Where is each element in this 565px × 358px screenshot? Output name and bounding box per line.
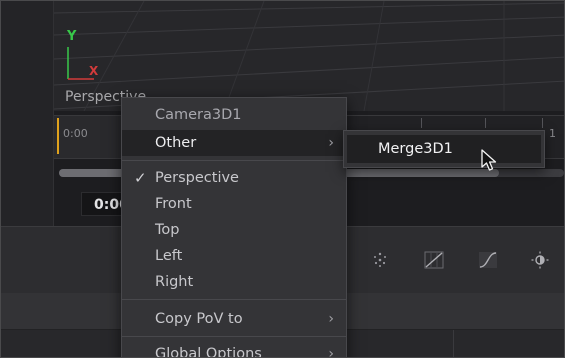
- chevron-right-icon: ›: [328, 346, 334, 358]
- menu-item-right[interactable]: Right: [122, 269, 346, 295]
- menu-item-label: Perspective: [155, 170, 239, 186]
- menu-item-label: Left: [155, 248, 183, 264]
- curves-bezier-icon[interactable]: [477, 249, 499, 271]
- chevron-right-icon: ›: [328, 135, 334, 151]
- menu-item-top[interactable]: Top: [122, 217, 346, 243]
- ruler-tick: [485, 118, 486, 128]
- menu-item-label: Top: [155, 222, 180, 238]
- menu-item-other[interactable]: Other ›: [122, 130, 346, 156]
- app-window: Y X Perspective 0:00 1 0:00 Camera3D1 Ot…: [0, 0, 565, 358]
- menu-item-left[interactable]: Left: [122, 243, 346, 269]
- context-menu: Camera3D1 Other › ✓ Perspective Front To…: [121, 97, 347, 358]
- menu-header-camera: Camera3D1: [122, 102, 346, 128]
- menu-item-copy-pov[interactable]: Copy PoV to ›: [122, 306, 346, 332]
- particles-icon[interactable]: [369, 249, 391, 271]
- checkmark-icon: ✓: [134, 169, 147, 187]
- menu-item-label: Other: [155, 135, 197, 151]
- axis-y-label: Y: [67, 29, 77, 44]
- menu-item-label: Front: [155, 196, 192, 212]
- ruler-start-time: 0:00: [63, 127, 88, 140]
- menu-divider: [122, 336, 346, 337]
- submenu-item-merge3d1[interactable]: Merge3D1: [347, 135, 541, 163]
- menu-item-front[interactable]: Front: [122, 191, 346, 217]
- menu-item-perspective[interactable]: ✓ Perspective: [122, 165, 346, 191]
- menu-item-label: Global Options: [155, 346, 262, 358]
- ruler-time-label: 1: [549, 127, 556, 140]
- panel-divider: [453, 330, 454, 357]
- mouse-cursor-icon: [481, 149, 497, 171]
- curves-linear-icon[interactable]: [423, 249, 445, 271]
- menu-header-label: Camera3D1: [155, 107, 242, 123]
- chevron-right-icon: ›: [328, 311, 334, 327]
- menu-item-label: Copy PoV to: [155, 311, 243, 327]
- submenu-item-label: Merge3D1: [378, 141, 453, 157]
- ruler-tick: [421, 118, 422, 128]
- playhead[interactable]: [57, 118, 59, 154]
- menu-item-label: Right: [155, 274, 194, 290]
- brightness-icon[interactable]: [529, 249, 551, 271]
- ruler-tick: [542, 118, 543, 128]
- submenu-other: Merge3D1: [343, 130, 545, 168]
- menu-divider: [122, 299, 346, 300]
- axis-x-label: X: [89, 64, 99, 78]
- left-panel: [1, 1, 54, 226]
- menu-divider: [122, 160, 346, 161]
- menu-item-global-options[interactable]: Global Options ›: [122, 341, 346, 358]
